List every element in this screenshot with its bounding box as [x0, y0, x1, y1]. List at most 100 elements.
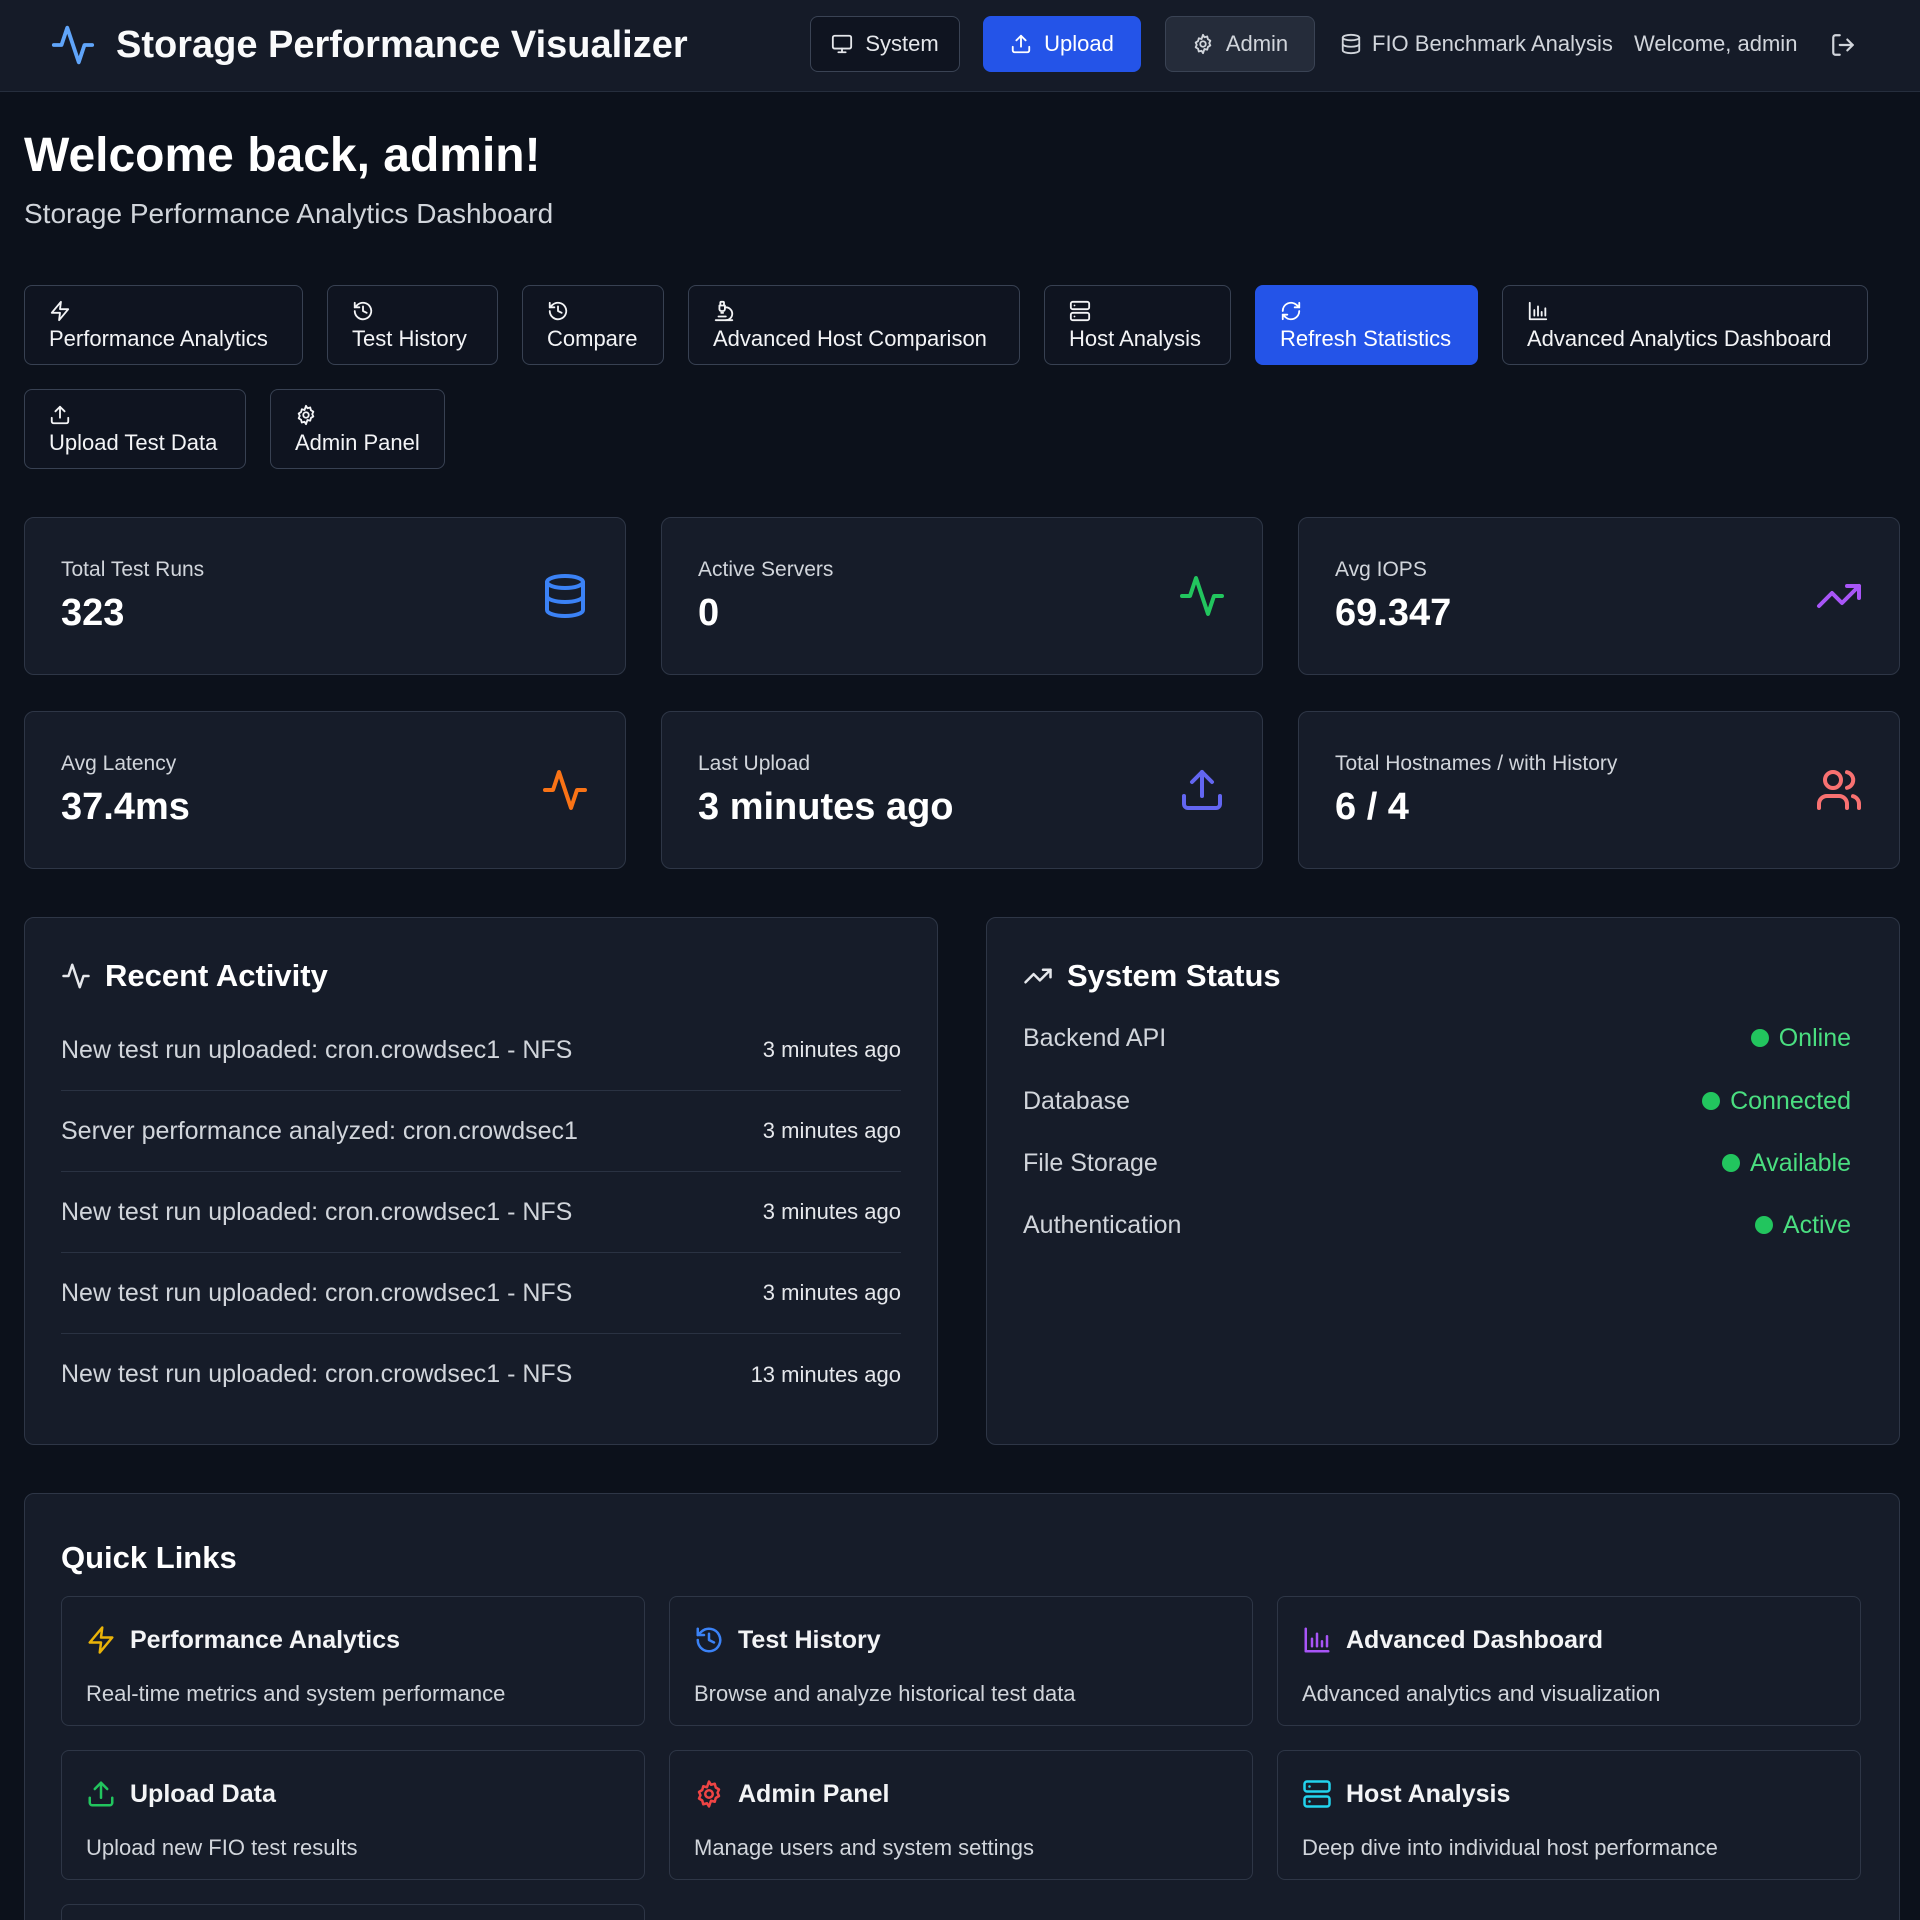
nav-advanced-analytics-dashboard[interactable]: Advanced Analytics Dashboard [1502, 285, 1868, 365]
quick-link-header: Advanced Dashboard [1302, 1625, 1603, 1655]
system-button-label: System [865, 31, 939, 56]
quick-links-title: Quick Links [61, 1540, 237, 1575]
database-icon [1340, 33, 1362, 55]
bar-chart-icon [1302, 1625, 1332, 1655]
logout-icon[interactable] [1830, 32, 1856, 58]
activity-text: New test run uploaded: cron.crowdsec1 - … [61, 1278, 573, 1307]
monitor-icon [831, 33, 853, 55]
quick-link-title: Admin Panel [738, 1779, 890, 1808]
brand[interactable]: Storage Performance Visualizer [50, 20, 688, 70]
page-title: Welcome back, admin! [24, 129, 541, 182]
nav-upload-test-data[interactable]: Upload Test Data [24, 389, 246, 469]
upload-button-label: Upload [1044, 31, 1114, 56]
stat-label: Avg IOPS [1335, 558, 1427, 581]
page-subtitle: Storage Performance Analytics Dashboard [24, 198, 554, 229]
activity-time: 3 minutes ago [762, 1280, 901, 1305]
activity-icon [50, 22, 96, 68]
refresh-icon [1280, 300, 1302, 322]
status-value: Active [1782, 1210, 1851, 1239]
status-badge: Active [1754, 1210, 1851, 1240]
nav-compare[interactable]: Compare [522, 285, 664, 365]
system-status-panel: System Status Backend API Online Databas… [986, 917, 1900, 1445]
database-icon [541, 572, 589, 620]
nav-refresh-statistics[interactable]: Refresh Statistics [1255, 285, 1478, 365]
nav-label: Compare [547, 326, 638, 351]
recent-activity-title: Recent Activity [105, 958, 328, 993]
context-label-text: FIO Benchmark Analysis [1372, 31, 1613, 56]
status-value: Connected [1730, 1086, 1851, 1115]
quick-link-header: Upload Data [86, 1779, 276, 1809]
quick-link-desc: Browse and analyze historical test data [694, 1681, 1076, 1706]
upload-button[interactable]: Upload [983, 16, 1141, 72]
status-name: Authentication [1023, 1210, 1182, 1239]
upload-icon [1010, 33, 1032, 55]
nav-admin-panel[interactable]: Admin Panel [270, 389, 445, 469]
status-dot [1721, 1154, 1740, 1172]
microscope-icon [713, 300, 735, 322]
welcome-user-text: Welcome, admin [1634, 31, 1798, 56]
status-dot [1750, 1029, 1769, 1047]
status-row-backend-api: Backend API Online [1023, 1018, 1851, 1058]
quick-link-upload-data[interactable]: Upload Data Upload new FIO test results [61, 1750, 645, 1880]
quick-link-performance-analytics[interactable]: Performance Analytics Real-time metrics … [61, 1596, 645, 1726]
activity-item: New test run uploaded: cron.crowdsec1 - … [61, 1010, 901, 1091]
quick-link-advanced-dashboard[interactable]: Advanced Dashboard Advanced analytics an… [1277, 1596, 1861, 1726]
quick-link-desc: Upload new FIO test results [86, 1835, 358, 1860]
stat-last-upload: Last Upload 3 minutes ago [661, 711, 1263, 869]
activity-time: 13 minutes ago [750, 1361, 901, 1387]
quick-link-desc: Deep dive into individual host performan… [1302, 1835, 1718, 1860]
zap-icon [49, 300, 71, 322]
stat-label: Avg Latency [61, 752, 177, 775]
activity-icon [1178, 572, 1226, 620]
nav-label: Host Analysis [1069, 326, 1202, 351]
top-header: Storage Performance Visualizer System Up… [0, 0, 1920, 92]
activity-item: New test run uploaded: cron.crowdsec1 - … [61, 1253, 901, 1334]
admin-button[interactable]: Admin [1165, 16, 1315, 72]
status-name: Backend API [1023, 1023, 1167, 1052]
context-label: FIO Benchmark Analysis [1340, 26, 1613, 62]
stat-value: 0 [698, 592, 720, 634]
stat-avg-iops: Avg IOPS 69.347 [1298, 517, 1900, 675]
quick-link-desc: Advanced analytics and visualization [1302, 1681, 1661, 1706]
quick-link-header: Test History [694, 1625, 881, 1655]
quick-link-header: Admin Panel [694, 1779, 889, 1809]
quick-link-header: Performance Analytics [86, 1625, 400, 1655]
nav-performance-analytics[interactable]: Performance Analytics [24, 285, 303, 365]
quick-link-title: Performance Analytics [130, 1625, 401, 1654]
nav-label: Advanced Host Comparison [713, 326, 987, 351]
gear-icon [295, 404, 317, 426]
admin-button-label: Admin [1225, 31, 1289, 56]
server-icon [1069, 300, 1091, 322]
activity-text: New test run uploaded: cron.crowdsec1 - … [61, 1035, 573, 1064]
stat-avg-latency: Avg Latency 37.4ms [24, 711, 626, 869]
status-name: File Storage [1023, 1148, 1158, 1177]
quick-link-host-analysis[interactable]: Host Analysis Deep dive into individual … [1277, 1750, 1861, 1880]
activity-item: Server performance analyzed: cron.crowds… [61, 1091, 901, 1172]
stat-active-servers: Active Servers 0 [661, 517, 1263, 675]
quick-link-admin-panel[interactable]: Admin Panel Manage users and system sett… [669, 1750, 1253, 1880]
quick-link-test-history[interactable]: Test History Browse and analyze historic… [669, 1596, 1253, 1726]
nav-label: Refresh Statistics [1280, 326, 1452, 351]
trending-up-icon [1815, 572, 1863, 620]
stat-value: 69.347 [1335, 592, 1452, 634]
quick-link-more[interactable] [61, 1904, 645, 1920]
activity-icon [541, 766, 589, 814]
status-badge: Available [1721, 1149, 1851, 1178]
status-name: Database [1023, 1086, 1131, 1115]
stat-value: 6 / 4 [1335, 786, 1409, 828]
history-icon [547, 300, 569, 322]
system-button[interactable]: System [810, 16, 960, 72]
nav-label: Admin Panel [295, 430, 420, 455]
quick-link-desc: Manage users and system settings [694, 1835, 1034, 1860]
stat-label: Total Hostnames / with History [1335, 752, 1618, 775]
upload-icon [49, 404, 71, 426]
gear-icon [1192, 33, 1214, 55]
zap-icon [86, 1625, 116, 1655]
nav-host-analysis[interactable]: Host Analysis [1044, 285, 1231, 365]
quick-link-desc: Real-time metrics and system performance [86, 1681, 506, 1706]
nav-test-history[interactable]: Test History [327, 285, 498, 365]
nav-advanced-host-comparison[interactable]: Advanced Host Comparison [688, 285, 1020, 365]
status-row-file-storage: File Storage Available [1023, 1143, 1851, 1183]
stat-label: Total Test Runs [61, 558, 205, 581]
status-row-database: Database Connected [1023, 1081, 1851, 1121]
